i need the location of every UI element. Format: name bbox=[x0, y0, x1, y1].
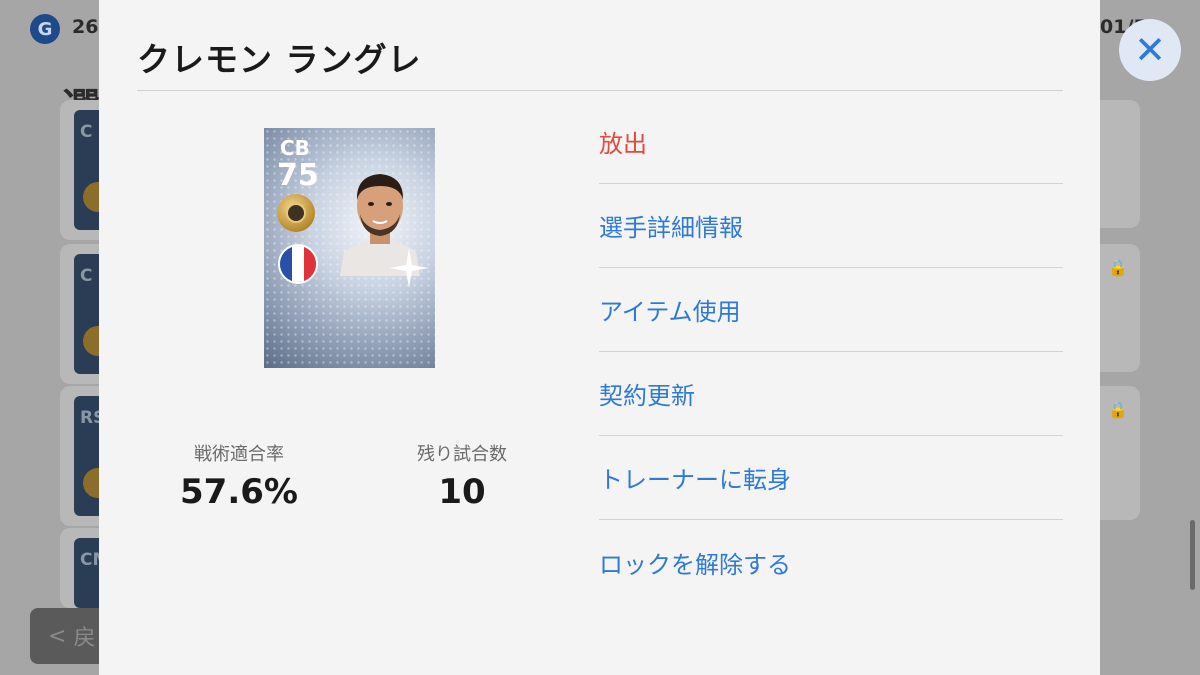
back-label: 戻 bbox=[73, 626, 96, 651]
convert-to-trainer-button[interactable]: トレーナーに転身 bbox=[599, 436, 1063, 520]
lock-icon: 🔒 bbox=[1108, 400, 1128, 419]
scrollbar[interactable] bbox=[1190, 520, 1195, 590]
action-menu: 放出 選手詳細情報 アイテム使用 契約更新 トレーナーに転身 ロックを解除する bbox=[599, 100, 1063, 604]
chevron-left-icon: < bbox=[48, 623, 67, 649]
stat-value: 10 bbox=[438, 472, 486, 512]
card-rating: 75 bbox=[277, 158, 319, 193]
unlock-button[interactable]: ロックを解除する bbox=[599, 520, 1063, 604]
close-button[interactable]: ✕ bbox=[1119, 19, 1181, 81]
use-item-button[interactable]: アイテム使用 bbox=[599, 268, 1063, 352]
renew-contract-button[interactable]: 契約更新 bbox=[599, 352, 1063, 436]
remaining-matches-stat: 残り試合数 10 bbox=[382, 440, 542, 512]
release-button[interactable]: 放出 bbox=[599, 100, 1063, 184]
stat-label: 残り試合数 bbox=[417, 444, 507, 465]
player-card: CB 75 bbox=[264, 128, 435, 368]
stat-label: 戦術適合率 bbox=[194, 444, 284, 465]
sparkle-icon bbox=[389, 248, 429, 288]
close-icon: ✕ bbox=[1134, 28, 1166, 72]
tactical-fit-stat: 戦術適合率 57.6% bbox=[159, 440, 319, 512]
currency-icon: G bbox=[30, 14, 60, 44]
player-position: C bbox=[80, 122, 93, 142]
currency-amount: 26 bbox=[72, 16, 99, 38]
player-details-button[interactable]: 選手詳細情報 bbox=[599, 184, 1063, 268]
title-divider bbox=[137, 90, 1063, 91]
stat-value: 57.6% bbox=[180, 472, 298, 512]
modal-title: クレモン ラングレ bbox=[137, 40, 422, 79]
team-coin-icon bbox=[277, 194, 315, 232]
france-flag-icon bbox=[278, 244, 318, 284]
player-position: C bbox=[80, 266, 93, 286]
card-position: CB bbox=[280, 136, 310, 160]
back-button[interactable]: < 戻 bbox=[30, 608, 110, 664]
lock-icon: 🔒 bbox=[1108, 258, 1128, 277]
player-action-modal: クレモン ラングレ CB 75 戦術適合率 57.6% 残り試合数 10 放出 … bbox=[99, 0, 1100, 675]
